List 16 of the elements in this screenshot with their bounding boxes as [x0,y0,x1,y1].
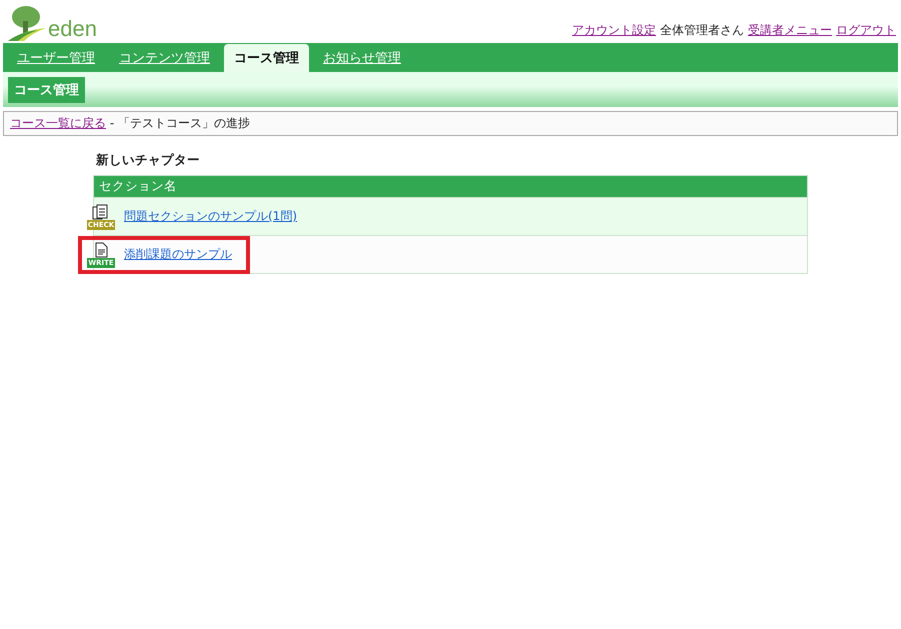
nav-tab[interactable]: コンテンツ管理 [109,44,220,72]
chapter-title: 新しいチャプター [96,152,201,169]
breadcrumb-text: - 「テストコース」の進捗 [108,116,250,130]
logo-text: eden [48,18,97,40]
section-link[interactable]: 添削課題のサンプル [124,246,232,263]
header-link[interactable]: 受講者メニュー [748,22,832,39]
header-link[interactable]: アカウント設定 [572,22,656,39]
nav-tab[interactable]: ユーザー管理 [7,44,105,72]
header-link[interactable]: ログアウト [836,22,896,39]
section-link[interactable]: 問題セクションのサンプル(1問) [124,208,297,225]
sub-nav-tab[interactable]: コース管理 [8,77,85,103]
nav-tab[interactable]: コース管理 [224,44,309,72]
back-link[interactable]: コース一覧に戻る [10,116,106,130]
nav-tab[interactable]: お知らせ管理 [313,44,411,72]
user-name: 全体管理者さん [660,22,744,39]
column-header: セクション名 [94,176,807,197]
